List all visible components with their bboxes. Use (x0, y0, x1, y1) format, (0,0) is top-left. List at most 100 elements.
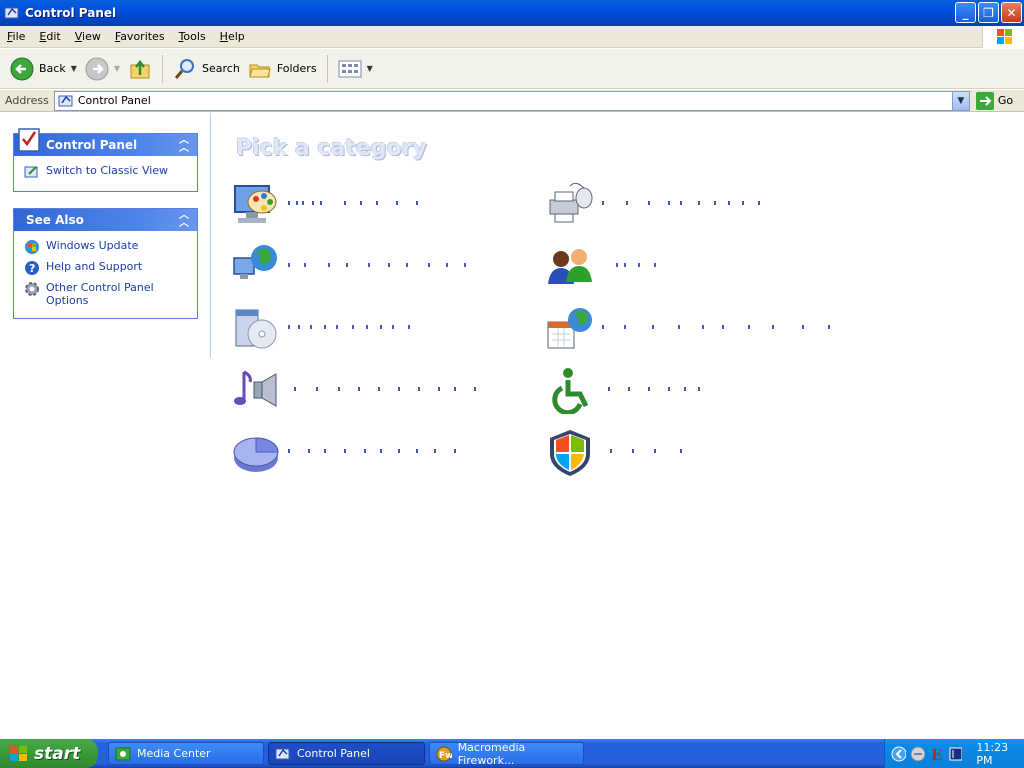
category-label-redacted (288, 263, 468, 269)
back-label: Back (39, 62, 66, 75)
tray-book-icon[interactable] (948, 746, 963, 762)
category-user-accounts[interactable] (546, 242, 656, 290)
music-speaker-icon (234, 370, 277, 407)
window-title: Control Panel (25, 6, 117, 20)
windows-update-label: Windows Update (46, 239, 139, 252)
task-control-panel[interactable]: Control Panel (268, 742, 425, 765)
go-arrow-icon (975, 91, 994, 110)
category-label-redacted (602, 201, 762, 207)
monitor-palette-icon (234, 185, 277, 223)
control-panel-header[interactable]: Control Panel ︿ ︿ (14, 128, 197, 156)
address-bar: Address Control Panel ▼ Go (0, 90, 1024, 112)
task-label: Macromedia Firework... (457, 740, 526, 767)
up-folder-icon (130, 59, 150, 78)
category-label-redacted (602, 263, 662, 269)
collapse-icon[interactable]: ︿ ︿ (179, 211, 189, 229)
tray-app-icon[interactable] (910, 746, 925, 762)
calendar-globe-icon (547, 308, 592, 349)
views-dropdown-icon[interactable]: ▼ (367, 64, 373, 73)
other-options-link[interactable]: Other Control Panel Options (24, 281, 189, 307)
windows-flag-icon (10, 745, 27, 761)
task-label: Media Center (137, 747, 211, 760)
switch-classic-view-label: Switch to Classic View (46, 164, 169, 177)
control-panel-checklist-icon (18, 128, 40, 152)
back-button[interactable]: Back ▼ (6, 53, 81, 85)
category-date-time-language[interactable] (546, 304, 830, 352)
windows-update-icon (25, 240, 39, 254)
category-add-remove-programs[interactable] (232, 304, 410, 352)
tray-e-icon[interactable]: E (929, 746, 944, 762)
windows-update-link[interactable]: Windows Update (24, 239, 189, 255)
category-performance-maintenance[interactable] (232, 428, 456, 476)
task-media-center[interactable]: Media Center (108, 742, 264, 765)
category-label-redacted (288, 201, 418, 207)
category-network-internet[interactable] (232, 242, 466, 290)
maximize-button[interactable]: ❐ (978, 2, 999, 23)
printer-mouse-icon (549, 182, 593, 223)
task-label: Control Panel (297, 747, 370, 760)
folders-button[interactable]: Folders (244, 53, 321, 85)
software-cd-icon (235, 309, 277, 349)
control-panel-box: Control Panel ︿ ︿ Switch to Classic View (13, 128, 198, 192)
go-button[interactable]: Go (975, 91, 1014, 110)
category-accessibility-options[interactable] (546, 366, 700, 414)
collapse-icon[interactable]: ︿ ︿ (179, 136, 189, 154)
go-label: Go (997, 94, 1014, 107)
address-input[interactable]: Control Panel ▼ (53, 90, 970, 111)
control-panel-title: Control Panel (46, 138, 138, 152)
other-options-label: Other Control Panel Options (46, 281, 154, 307)
media-center-icon (115, 747, 131, 760)
address-value: Control Panel (77, 94, 151, 107)
menu-help[interactable]: Help (213, 30, 252, 43)
category-appearance-themes[interactable] (232, 180, 418, 228)
fireworks-icon: Fw (436, 746, 452, 761)
search-button[interactable]: Search (169, 53, 244, 85)
menu-edit[interactable]: Edit (32, 30, 67, 43)
menu-favorites[interactable]: Favorites (108, 30, 172, 43)
shield-icon (550, 430, 590, 476)
see-also-header[interactable]: See Also ︿ ︿ (14, 209, 197, 231)
forward-button[interactable]: ▼ (81, 53, 124, 85)
category-label-redacted (602, 325, 832, 331)
category-security-center[interactable] (546, 428, 682, 476)
menu-view[interactable]: View (68, 30, 108, 43)
control-panel-icon (275, 748, 290, 759)
category-sounds-speech-audio[interactable] (232, 366, 476, 414)
category-label-redacted (602, 449, 692, 455)
category-label-redacted (288, 325, 418, 331)
toolbar-separator (326, 54, 328, 83)
taskbar: start Media Center Control Panel Fw Macr… (0, 739, 1024, 768)
gear-icon (25, 282, 39, 296)
task-macromedia-fireworks[interactable]: Fw Macromedia Firework... (429, 740, 584, 767)
pie-chart-icon (233, 437, 279, 472)
folders-label: Folders (276, 62, 317, 75)
search-label: Search (202, 62, 240, 75)
menu-tools[interactable]: Tools (172, 30, 213, 43)
address-dropdown-icon[interactable]: ▼ (951, 91, 969, 110)
minimize-button[interactable]: _ (955, 2, 976, 23)
category-label-redacted (288, 387, 478, 393)
close-button[interactable]: ✕ (1001, 2, 1022, 23)
windows-logo-icon (982, 26, 1024, 48)
see-also-title: See Also (26, 213, 84, 227)
help-icon: ? (25, 261, 39, 275)
category-printers-hardware[interactable] (546, 180, 760, 228)
up-folder-button[interactable] (124, 53, 156, 85)
svg-text:?: ? (29, 262, 35, 275)
accessibility-icon (552, 368, 589, 414)
back-dropdown-icon[interactable]: ▼ (71, 64, 77, 73)
start-button[interactable]: start (0, 739, 98, 768)
svg-text:Fw: Fw (439, 751, 452, 761)
category-label-redacted (288, 449, 458, 455)
help-support-link[interactable]: ? Help and Support (24, 260, 189, 276)
address-label: Address (5, 94, 49, 107)
tray-expand-icon[interactable] (891, 746, 906, 762)
switch-classic-view-link[interactable]: Switch to Classic View (24, 164, 189, 180)
menu-file[interactable]: File (0, 30, 32, 43)
pane-divider (210, 113, 211, 358)
menu-bar: File Edit View Favorites Tools Help (0, 26, 1024, 48)
svg-text:E: E (931, 746, 942, 762)
forward-dropdown-icon[interactable]: ▼ (114, 64, 120, 73)
toolbar: Back ▼ ▼ Search Folders ▼ (0, 49, 1024, 89)
views-button[interactable]: ▼ (334, 53, 377, 85)
